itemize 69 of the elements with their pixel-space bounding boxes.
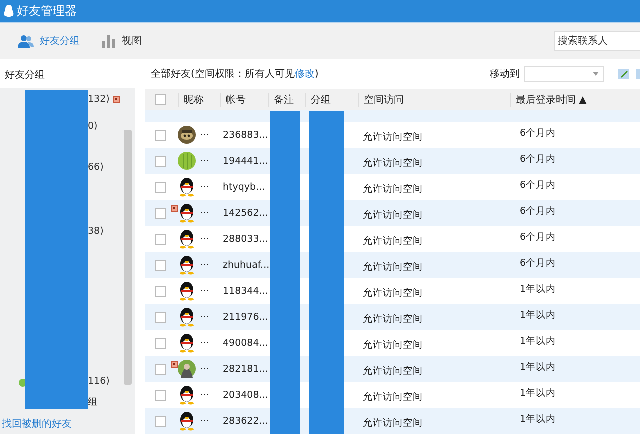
account-cell-text: 236883...	[222, 130, 268, 140]
panel-title: 好友分组	[4, 69, 46, 83]
nickname-cell: ···	[200, 286, 210, 296]
space-access-cell-text: 允许访问空间	[362, 364, 424, 378]
group-count[interactable]: 66)	[88, 162, 104, 172]
last-login-cell-text: 6个月内	[519, 179, 558, 192]
last-login-cell-text: 1年以内	[519, 309, 558, 322]
space-access-cell-text: 允许访问空间	[362, 130, 424, 144]
nickname-cell: ···	[200, 260, 210, 270]
nickname-cell: ···	[200, 156, 210, 166]
space-access-cell-text: 允许访问空间	[362, 234, 424, 248]
account-cell-text: 118344...	[222, 286, 268, 296]
last-login-cell-text: 1年以内	[519, 361, 558, 374]
account-cell-text: 283622...	[222, 416, 268, 426]
column-header[interactable]: 分组	[305, 92, 358, 106]
toolbar-tab[interactable]: 视图	[96, 30, 148, 52]
space-access-cell-text: 允许访问空间	[362, 312, 424, 326]
account-cell-text: 282181...	[222, 364, 268, 374]
nickname-cell: ···	[200, 234, 210, 244]
search-field[interactable]: 搜索联系人	[554, 31, 640, 51]
last-login-cell-text: 6个月内	[519, 231, 558, 244]
group-count[interactable]: 0)	[88, 120, 98, 132]
space-access-cell-text: 允许访问空间	[362, 286, 424, 300]
nickname-cell: ···	[200, 338, 210, 348]
account-cell-text: 211976...	[222, 312, 268, 322]
space-access-cell-text: 允许访问空间	[362, 260, 424, 274]
group-count[interactable]: 132)	[88, 94, 110, 104]
nickname-cell: ···	[200, 416, 210, 426]
account-cell-text: 194441...	[222, 156, 268, 166]
last-login-cell-text: 1年以内	[519, 283, 558, 296]
recover-friends-link[interactable]: 找回被删的好友	[0, 417, 135, 434]
account-cell-text: htyqyb...	[222, 182, 266, 192]
space-access-cell-text: 允许访问空间	[362, 156, 424, 170]
column-header[interactable]: 帐号	[220, 92, 268, 106]
toolbar-tab[interactable]: 好友分组	[12, 30, 86, 52]
space-access-cell-text: 允许访问空间	[362, 338, 424, 352]
last-login-cell-text: 6个月内	[519, 153, 558, 166]
section-title: 全部好友(空间权限：所有人可见修改)	[150, 68, 320, 81]
nickname-cell: ···	[200, 208, 210, 218]
group-count[interactable]: 38)	[88, 226, 104, 236]
window-title: 好友管理器	[17, 2, 77, 20]
space-access-cell-text: 允许访问空间	[362, 416, 424, 430]
edit-link[interactable]: 修改	[294, 69, 315, 80]
space-access-cell-text: 允许访问空间	[362, 182, 424, 196]
space-access-cell-text: 允许访问空间	[362, 390, 424, 404]
nickname-cell: ···	[200, 364, 210, 374]
last-login-cell-text: 1年以内	[519, 413, 558, 426]
group-count[interactable]: 组	[88, 396, 98, 408]
nickname-cell: ···	[200, 182, 210, 192]
column-header[interactable]: 最后登录时间 ▲	[510, 92, 640, 106]
group-count[interactable]: 116)	[88, 376, 110, 386]
account-cell-text: zhuhuaf...	[222, 260, 268, 270]
last-login-cell-text: 6个月内	[519, 257, 558, 270]
move-to-label: 移动到	[490, 68, 520, 81]
nickname-cell: ···	[200, 312, 210, 322]
nickname-cell: ···	[200, 130, 210, 140]
space-access-cell-text: 允许访问空间	[362, 208, 424, 222]
last-login-cell-text: 1年以内	[519, 387, 558, 400]
column-header[interactable]: 备注	[268, 92, 305, 106]
account-cell-text: 490084...	[222, 338, 268, 348]
last-login-cell-text: 6个月内	[519, 205, 558, 218]
last-login-cell-text: 6个月内	[519, 127, 558, 140]
nickname-cell: ···	[200, 390, 210, 400]
last-login-cell-text: 1年以内	[519, 335, 558, 348]
column-header[interactable]: 昵称	[178, 92, 220, 106]
account-cell-text: 142562...	[222, 208, 268, 218]
account-cell-text: 203408...	[222, 390, 268, 400]
account-cell-text: 288033...	[222, 234, 268, 244]
column-header[interactable]: 空间访问	[358, 92, 510, 106]
